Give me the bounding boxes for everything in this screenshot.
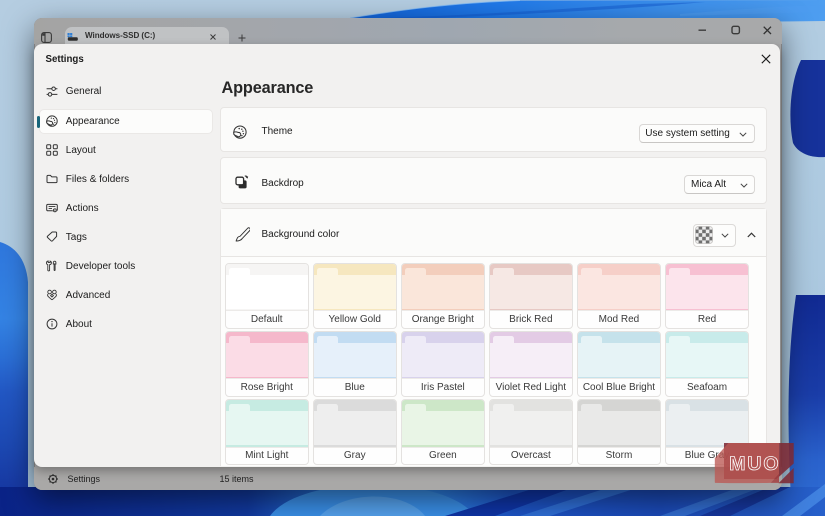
svg-text:MUO: MUO [729, 453, 780, 475]
